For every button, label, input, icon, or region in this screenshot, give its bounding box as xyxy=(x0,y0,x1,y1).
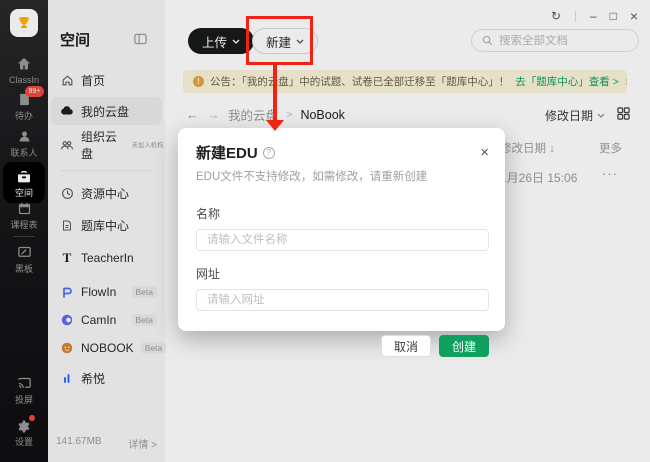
url-field-label: 网址 xyxy=(196,265,489,282)
cancel-button[interactable]: 取消 xyxy=(381,335,431,357)
name-input[interactable] xyxy=(196,229,489,251)
app-window: ClassIn 99+ 待办 联系人 空间 课程表 xyxy=(0,0,650,462)
name-field-label: 名称 xyxy=(196,205,489,222)
new-edu-dialog: 新建EDU ? × EDU文件不支持修改，如需修改，请重新创建 名称 网址 取消… xyxy=(178,128,505,331)
url-input[interactable] xyxy=(196,289,489,311)
dialog-header: 新建EDU ? × xyxy=(196,142,489,163)
create-button[interactable]: 创建 xyxy=(439,335,489,357)
annotation-highlight-box xyxy=(246,16,313,65)
annotation-arrow-head xyxy=(266,120,284,131)
dialog-footer: 取消 创建 xyxy=(196,335,489,357)
info-icon[interactable]: ? xyxy=(263,147,275,159)
dialog-subtitle: EDU文件不支持修改，如需修改，请重新创建 xyxy=(196,168,489,184)
annotation-arrow-shaft xyxy=(273,64,277,121)
dialog-title: 新建EDU xyxy=(196,142,258,163)
dialog-close-icon[interactable]: × xyxy=(480,146,489,160)
